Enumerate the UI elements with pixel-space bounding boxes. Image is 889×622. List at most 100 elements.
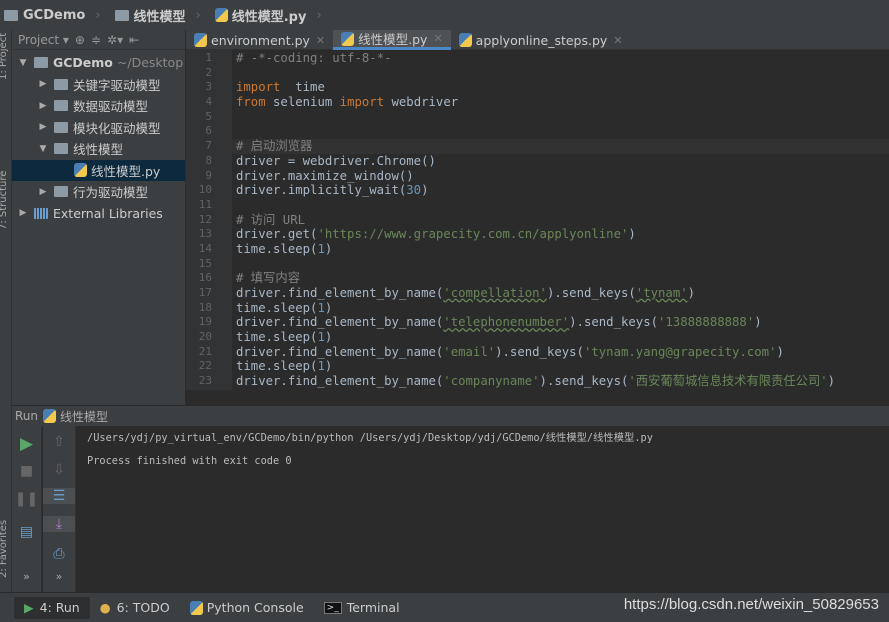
collapse-arrow-icon[interactable]: ▶ [36,101,50,111]
tool-tab-todo[interactable]: ● 6: TODO [90,597,180,619]
expand-arrow-icon[interactable]: ▼ [36,144,50,154]
tree-item[interactable]: ▶ 数据驱动模型 [12,95,185,117]
run-console[interactable]: /Users/ydj/py_virtual_env/GCDemo/bin/pyt… [77,426,889,592]
code-line: # 访问 URL [236,213,889,228]
code-token: 1 [317,359,325,374]
python-file-icon [214,8,228,22]
pause-icon[interactable]: ❚❚ [12,491,41,507]
tool-tab-run[interactable]: ▶ 4: Run [14,596,90,619]
tree-item-label: External Libraries [53,205,163,221]
code-token: ) [324,300,333,315]
code-editor[interactable]: # -*-coding: utf-8-*- import time from se… [236,51,889,390]
code-line: driver.maximize_window() [236,169,889,184]
line-number: 2 [205,65,212,79]
code-token: selenium [265,95,340,110]
code-token: 'companyname' [443,374,540,389]
project-view-dropdown[interactable]: Project ▾ [18,33,69,47]
rerun-icon[interactable]: ▶ [12,434,41,454]
close-icon[interactable]: ✕ [433,32,442,45]
breadcrumb-folder[interactable]: 线性模型 [114,6,186,25]
library-icon [34,207,48,219]
code-token: ).send_keys( [495,344,584,359]
restore-layout-icon[interactable]: ▤ [12,524,41,540]
tool-window-structure[interactable]: 7: Structure [0,171,9,230]
code-token: time.sleep( [236,300,318,315]
collapse-arrow-icon[interactable]: ▶ [36,79,50,89]
print-icon[interactable]: ⎙ [43,546,75,562]
code-line: driver.find_element_by_name('compellatio… [236,286,889,301]
close-icon[interactable]: ✕ [613,34,622,47]
code-token: ) [754,315,762,330]
code-line: time.sleep(1) [236,330,889,345]
console-line: /Users/ydj/py_virtual_env/GCDemo/bin/pyt… [87,432,653,444]
tree-item[interactable]: 线性模型.py [12,159,185,181]
tool-window-favorites[interactable]: 2: Favorites [0,520,9,578]
collapse-arrow-icon[interactable]: ▶ [36,122,50,132]
tool-tab-terminal[interactable]: >_ Terminal [314,597,410,619]
editor-tab[interactable]: 线性模型.py ✕ [333,30,451,50]
code-token: driver = webdriver.Chrome() [236,153,436,168]
soft-wrap-icon[interactable]: ☰ [43,488,75,504]
code-token: import [339,95,385,110]
folder-icon [54,186,68,198]
code-token: ) [827,374,836,389]
code-token: time.sleep( [236,241,318,256]
tree-item[interactable]: ▶ External Libraries [12,203,185,225]
gear-icon[interactable]: ✲▾ [107,33,123,47]
editor-tab[interactable]: environment.py ✕ [186,30,333,50]
line-number: 9 [205,168,212,182]
code-token: # -*-coding: utf-8-*- [236,51,392,65]
run-toolbar-secondary: ⇧ ⇩ ☰ ⤓ ⎙ » [43,426,76,592]
todo-icon: ● [99,600,111,615]
hide-icon[interactable]: ⇤ [129,33,139,47]
tree-item-label: 模块化驱动模型 [73,120,161,136]
code-line: driver = webdriver.Chrome() [236,154,889,169]
collapse-arrow-icon[interactable]: ▶ [16,208,30,218]
line-number: 16 [198,271,212,285]
code-token: '13888888888' [658,315,755,330]
stop-icon[interactable]: ■ [12,463,41,479]
locate-icon[interactable]: ⊕ [75,33,85,47]
code-token: driver.find_element_by_name( [236,286,444,300]
breadcrumb-project[interactable]: GCDemo [4,8,85,23]
run-config-tab[interactable]: 线性模型 [60,408,108,425]
line-number: 8 [205,153,212,167]
scroll-to-end-icon[interactable]: ⤓ [43,516,75,532]
tree-item[interactable]: ▼ GCDemo ~/Desktop [12,52,185,74]
tree-item[interactable]: ▼ 线性模型 [12,138,185,160]
line-number: 13 [198,227,212,241]
tab-label: applyonline_steps.py [475,32,608,48]
up-arrow-icon[interactable]: ⇧ [43,434,75,450]
line-number-gutter: 1 2 3 4 5 6 7 8 9 10 11 12 13 14 15 16 17 18 19 20 21 22 23 [186,50,232,390]
code-token: driver.find_element_by_name( [236,344,444,359]
tree-item[interactable]: ▶ 关键字驱动模型 [12,74,185,96]
tool-tab-python-console[interactable]: Python Console [180,597,314,619]
collapse-icon[interactable]: ≑ [91,33,101,47]
line-number: 21 [198,344,212,358]
close-icon[interactable]: ✕ [316,34,325,47]
breadcrumb-file[interactable]: 线性模型.py [214,6,306,25]
terminal-icon: >_ [323,601,342,614]
folder-icon [34,57,48,69]
tree-item-label: 关键字驱动模型 [73,77,161,93]
code-line: driver.find_element_by_name('telephonenu… [236,315,889,330]
code-line: import time [236,80,889,95]
down-arrow-icon[interactable]: ⇩ [43,462,75,478]
expand-arrow-icon[interactable]: ▼ [16,58,30,68]
tool-window-project[interactable]: 1: Project [0,33,9,80]
tab-label: environment.py [211,32,310,48]
tree-item[interactable]: ▶ 行为驱动模型 [12,181,185,203]
editor-tab[interactable]: applyonline_steps.py ✕ [451,30,631,50]
code-token: 30 [406,183,422,198]
tree-item-label: GCDemo [53,55,113,71]
line-number: 17 [198,286,212,299]
code-line: driver.get('https://www.grapecity.com.cn… [236,227,889,242]
tree-item[interactable]: ▶ 模块化驱动模型 [12,117,185,139]
more-icon[interactable]: » [12,570,41,583]
more-icon[interactable]: » [43,570,75,583]
code-token: 'telephonenumber' [443,315,570,330]
left-tool-strip: 1: Project 7: Structure 2: Favorites [0,30,12,592]
collapse-arrow-icon[interactable]: ▶ [36,187,50,197]
